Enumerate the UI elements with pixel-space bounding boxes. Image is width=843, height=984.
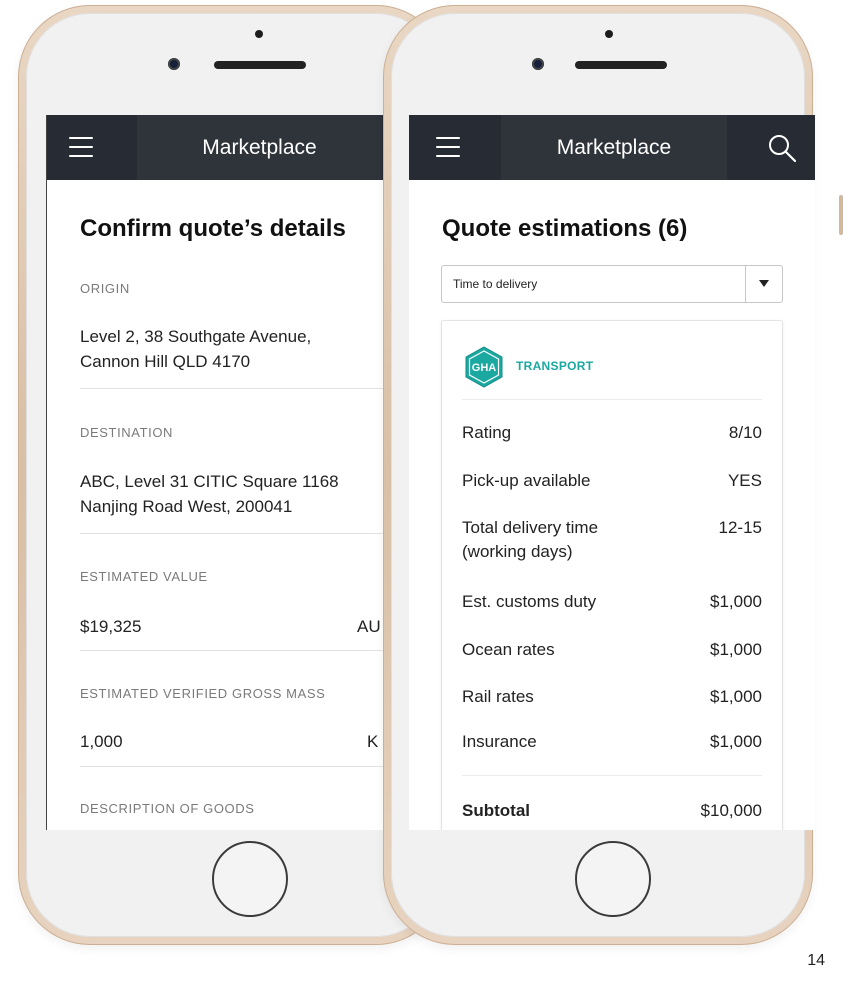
origin-line2: Cannon Hill QLD 4170 bbox=[80, 352, 251, 371]
subtotal-value: $10,000 bbox=[700, 801, 762, 820]
card-divider bbox=[462, 399, 762, 400]
menu-icon[interactable] bbox=[69, 137, 93, 157]
pickup-label: Pick-up available bbox=[462, 471, 591, 490]
caret-down-icon bbox=[759, 280, 769, 287]
nav-title: Marketplace bbox=[501, 115, 727, 180]
customs-duty-label: Est. customs duty bbox=[462, 592, 597, 611]
divider bbox=[80, 388, 387, 389]
subtotal-label: Subtotal bbox=[462, 801, 530, 820]
destination-label: DESTINATION bbox=[80, 425, 174, 440]
gross-mass-value: 1,000 bbox=[80, 732, 123, 751]
page-title: Quote estimations (6) bbox=[442, 215, 688, 242]
origin-label: ORIGIN bbox=[80, 281, 130, 296]
rating-value: 8/10 bbox=[728, 423, 762, 442]
description-label: DESCRIPTION OF GOODS bbox=[80, 801, 255, 816]
rail-rates-label: Rail rates bbox=[462, 687, 534, 706]
dropdown-separator bbox=[745, 266, 746, 302]
search-icon[interactable] bbox=[767, 133, 797, 163]
estimated-value: $19,325 bbox=[80, 617, 142, 636]
gross-mass-unit: K bbox=[367, 732, 379, 751]
home-button-right[interactable] bbox=[575, 841, 651, 917]
navbar: Marketplace bbox=[409, 115, 815, 180]
insurance-label: Insurance bbox=[462, 732, 537, 751]
quote-card[interactable]: GHA TRANSPORT Rating 8/10 Pick-up availa… bbox=[441, 320, 783, 830]
destination-line1: ABC, Level 31 CITIC Square 1168 bbox=[80, 472, 339, 491]
sensor-dot bbox=[255, 30, 263, 38]
front-camera bbox=[532, 58, 544, 70]
delivery-time-value: 12-15 bbox=[718, 518, 762, 537]
menu-icon[interactable] bbox=[436, 137, 460, 157]
right-screen: Marketplace Quote estimations (6) Time t… bbox=[409, 115, 815, 830]
power-button bbox=[839, 195, 843, 235]
rating-label: Rating bbox=[462, 423, 512, 442]
delivery-time-label: Total delivery time bbox=[462, 518, 599, 537]
earpiece-speaker bbox=[214, 61, 306, 69]
origin-line1: Level 2, 38 Southgate Avenue, bbox=[80, 327, 312, 346]
divider bbox=[80, 650, 387, 651]
destination-line2: Nanjing Road West, 200041 bbox=[80, 497, 293, 516]
insurance-value: $1,000 bbox=[710, 732, 762, 751]
sort-dropdown-value: Time to delivery bbox=[453, 277, 538, 291]
front-camera bbox=[168, 58, 180, 70]
customs-duty-value: $1,000 bbox=[710, 592, 762, 611]
page-title: Confirm quote’s details bbox=[80, 215, 346, 242]
ocean-rates-label: Ocean rates bbox=[462, 640, 555, 659]
page-number: 14 bbox=[807, 952, 825, 969]
card-divider bbox=[462, 775, 762, 776]
ocean-rates-value: $1,000 bbox=[710, 640, 762, 659]
estimated-value-unit: AU bbox=[357, 617, 381, 636]
carrier-name: TRANSPORT bbox=[516, 359, 594, 373]
sensor-dot bbox=[605, 30, 613, 38]
left-screen: Marketplace Confirm quote’s details ORIG… bbox=[46, 115, 387, 830]
sort-dropdown[interactable]: Time to delivery bbox=[441, 265, 783, 303]
home-button-left[interactable] bbox=[212, 841, 288, 917]
pickup-value: YES bbox=[727, 471, 762, 490]
delivery-time-sublabel: (working days) bbox=[462, 542, 573, 561]
gross-mass-label: ESTIMATED VERIFIED GROSS MASS bbox=[80, 686, 326, 701]
earpiece-speaker bbox=[575, 61, 667, 69]
rail-rates-value: $1,000 bbox=[710, 687, 762, 706]
divider bbox=[80, 533, 387, 534]
nav-title: Marketplace bbox=[137, 115, 382, 180]
estimated-value-label: ESTIMATED VALUE bbox=[80, 569, 208, 584]
svg-text:GHA: GHA bbox=[472, 362, 497, 374]
divider bbox=[80, 766, 387, 767]
gha-logo-icon: GHA bbox=[465, 346, 503, 388]
navbar: Marketplace bbox=[47, 115, 387, 180]
